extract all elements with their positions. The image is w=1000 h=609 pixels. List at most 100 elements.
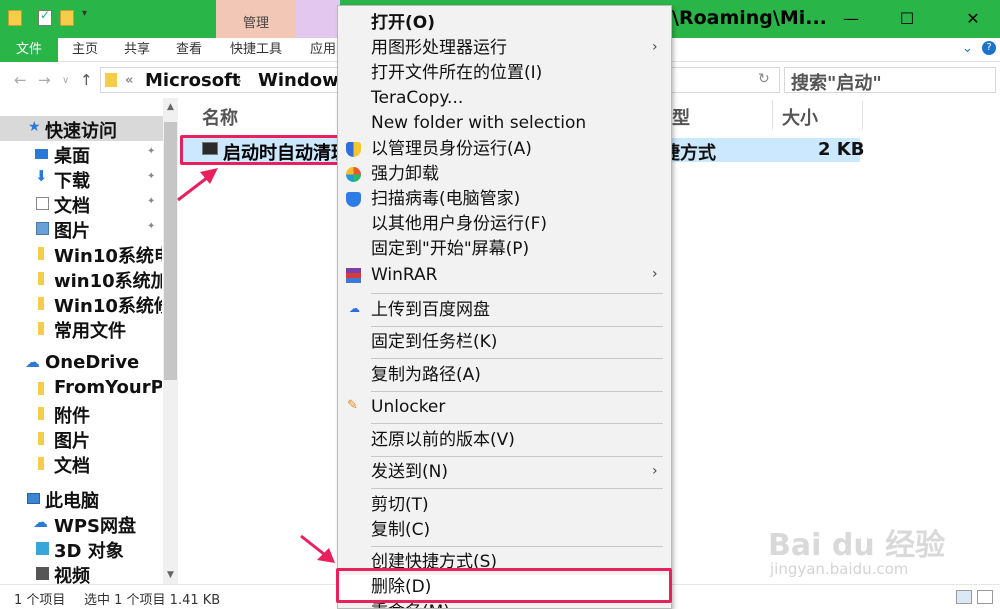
chevron-down-icon[interactable]: ⌄ xyxy=(962,41,973,56)
pin-icon[interactable]: ✦ xyxy=(147,171,155,182)
cloud-icon: ☁ xyxy=(25,353,40,371)
breadcrumb-microsoft[interactable]: Microsoft xyxy=(145,70,241,91)
menu-item-copy[interactable]: 复制(C) xyxy=(338,518,671,543)
sidebar-item-folder[interactable]: win10系统加 xyxy=(0,266,163,292)
window-title: \Roaming\Mi... xyxy=(672,7,827,29)
sidebar-item-label: WPS网盘 xyxy=(54,516,137,537)
menu-separator xyxy=(371,546,663,547)
properties-icon[interactable] xyxy=(38,8,52,26)
sidebar-item-folder[interactable]: Win10系统电 xyxy=(0,241,163,267)
picture-icon xyxy=(36,222,49,235)
new-folder-icon[interactable] xyxy=(60,10,74,26)
submenu-arrow-icon: › xyxy=(652,463,658,479)
tab-home[interactable]: 主页 xyxy=(72,38,98,62)
menu-item-copy-as-path[interactable]: 复制为路径(A) xyxy=(338,363,671,388)
star-icon: ★ xyxy=(28,119,41,135)
submenu-arrow-icon: › xyxy=(652,266,658,282)
refresh-icon[interactable]: ↻ xyxy=(758,71,770,87)
video-icon xyxy=(36,567,49,580)
sidebar-item-wps-drive[interactable]: ☁ WPS网盘 xyxy=(0,511,163,537)
pin-icon[interactable]: ✦ xyxy=(147,146,155,157)
tab-view[interactable]: 查看 xyxy=(176,38,202,62)
sidebar-item-label: 3D 对象 xyxy=(54,541,124,562)
menu-item-cut[interactable]: 剪切(T) xyxy=(338,493,671,518)
column-header-name[interactable]: 名称 xyxy=(202,104,238,130)
sidebar-item-folder[interactable]: Win10系统修 xyxy=(0,291,163,317)
pin-icon[interactable]: ✦ xyxy=(147,221,155,232)
tab-manage[interactable]: 管理 xyxy=(216,0,296,38)
sidebar-item-documents[interactable]: 文档 ✦ xyxy=(0,191,163,217)
column-header-size[interactable]: 大小 xyxy=(782,104,818,130)
sidebar-item-label: 图片 xyxy=(54,431,90,452)
breadcrumb-windows[interactable]: Windows xyxy=(258,70,349,91)
menu-item-new-folder-with-selection[interactable]: New folder with selection xyxy=(338,111,671,136)
sidebar-item-folder[interactable]: 文档 xyxy=(0,451,163,477)
sidebar-item-label: FromYourPh xyxy=(54,377,162,398)
sidebar-item-desktop[interactable]: 桌面 ✦ xyxy=(0,141,163,167)
sidebar-item-downloads[interactable]: ⬇ 下载 ✦ xyxy=(0,166,163,192)
minimize-button[interactable]: — xyxy=(828,6,874,32)
back-icon[interactable]: ← xyxy=(14,71,27,89)
tab-share[interactable]: 共享 xyxy=(124,38,150,62)
menu-item-open-file-location[interactable]: 打开文件所在的位置(I) xyxy=(338,61,671,86)
tab-app-tools[interactable]: 应用 xyxy=(310,38,336,62)
customize-toolbar-icon[interactable]: ▾ xyxy=(82,8,87,19)
details-view-icon[interactable] xyxy=(956,590,972,604)
annotation-arrow-icon xyxy=(300,534,335,563)
menu-item-scan-virus[interactable]: 扫描病毒(电脑管家) xyxy=(338,187,671,212)
forward-icon[interactable]: → xyxy=(38,71,51,89)
pin-icon[interactable]: ✦ xyxy=(147,196,155,207)
folder-icon[interactable] xyxy=(8,10,22,26)
baidu-cloud-icon: ☁ xyxy=(349,302,360,315)
search-input[interactable]: 搜索"启动" xyxy=(784,67,996,94)
menu-item-run-as-admin[interactable]: 以管理员身份运行(A) xyxy=(338,137,671,162)
maximize-button[interactable]: ☐ xyxy=(884,6,930,32)
menu-item-restore-previous-versions[interactable]: 还原以前的版本(V) xyxy=(338,428,671,453)
menu-separator xyxy=(371,293,663,294)
column-divider[interactable] xyxy=(862,100,863,130)
tab-app-context[interactable] xyxy=(296,0,340,38)
menu-item-pin-to-start[interactable]: 固定到"开始"屏幕(P) xyxy=(338,237,671,262)
menu-separator xyxy=(371,423,663,424)
column-header-type[interactable]: 型 xyxy=(672,104,690,130)
tab-quick-tools[interactable]: 快捷工具 xyxy=(230,38,282,62)
folder-icon xyxy=(38,272,44,285)
scroll-down-icon[interactable]: ▼ xyxy=(163,570,178,580)
menu-item-teracopy[interactable]: TeraCopy... xyxy=(338,86,671,111)
menu-item-unlocker[interactable]: ✎ Unlocker xyxy=(338,395,671,420)
sidebar-item-folder[interactable]: 附件 xyxy=(0,401,163,427)
menu-item-pin-to-taskbar[interactable]: 固定到任务栏(K) xyxy=(338,330,671,355)
sidebar-item-folder[interactable]: 图片 xyxy=(0,426,163,452)
menu-item-open[interactable]: 打开(O) xyxy=(338,11,671,36)
sidebar-item-label: 快速访问 xyxy=(45,121,117,142)
sidebar-item-this-pc[interactable]: 此电脑 xyxy=(0,486,163,512)
menu-item-upload-baidu[interactable]: ☁ 上传到百度网盘 xyxy=(338,298,671,323)
menu-item-run-as-other-user[interactable]: 以其他用户身份运行(F) xyxy=(338,212,671,237)
column-divider[interactable] xyxy=(772,100,773,130)
help-icon[interactable]: ? xyxy=(982,41,996,55)
sidebar-item-quick-access[interactable]: ★ 快速访问 xyxy=(0,116,163,142)
menu-item-winrar[interactable]: WinRAR › xyxy=(338,263,671,288)
sidebar-item-folder[interactable]: FromYourPh xyxy=(0,376,163,401)
sidebar-item-videos[interactable]: 视频 xyxy=(0,561,163,587)
sidebar-item-folder[interactable]: 常用文件 xyxy=(0,316,163,342)
recent-locations-icon[interactable]: ∨ xyxy=(62,75,69,86)
menu-item-run-with-gpu[interactable]: 用图形处理器运行 › xyxy=(338,36,671,61)
status-selection: 选中 1 个项目 1.41 KB xyxy=(84,593,221,608)
large-icons-view-icon[interactable] xyxy=(977,590,993,604)
uninstall-icon xyxy=(346,167,361,182)
breadcrumb-overflow[interactable]: « xyxy=(125,73,133,88)
navigation-pane: ★ 快速访问 桌面 ✦ ⬇ 下载 ✦ 文档 ✦ 图片 ✦ Win10系统电 wi… xyxy=(0,98,178,587)
menu-item-send-to[interactable]: 发送到(N) › xyxy=(338,460,671,485)
scroll-up-icon[interactable]: ▲ xyxy=(163,102,178,112)
sidebar-item-label: 文档 xyxy=(54,456,90,477)
sidebar-item-3d-objects[interactable]: 3D 对象 xyxy=(0,536,163,562)
up-icon[interactable]: ↑ xyxy=(80,71,93,89)
folder-icon xyxy=(38,407,44,420)
close-button[interactable]: ✕ xyxy=(950,6,996,32)
cube-icon xyxy=(36,542,49,555)
sidebar-item-onedrive[interactable]: ☁ OneDrive xyxy=(0,351,163,376)
menu-item-force-uninstall[interactable]: 强力卸载 xyxy=(338,162,671,187)
tab-file[interactable]: 文件 xyxy=(0,38,58,62)
sidebar-item-pictures[interactable]: 图片 ✦ xyxy=(0,216,163,242)
